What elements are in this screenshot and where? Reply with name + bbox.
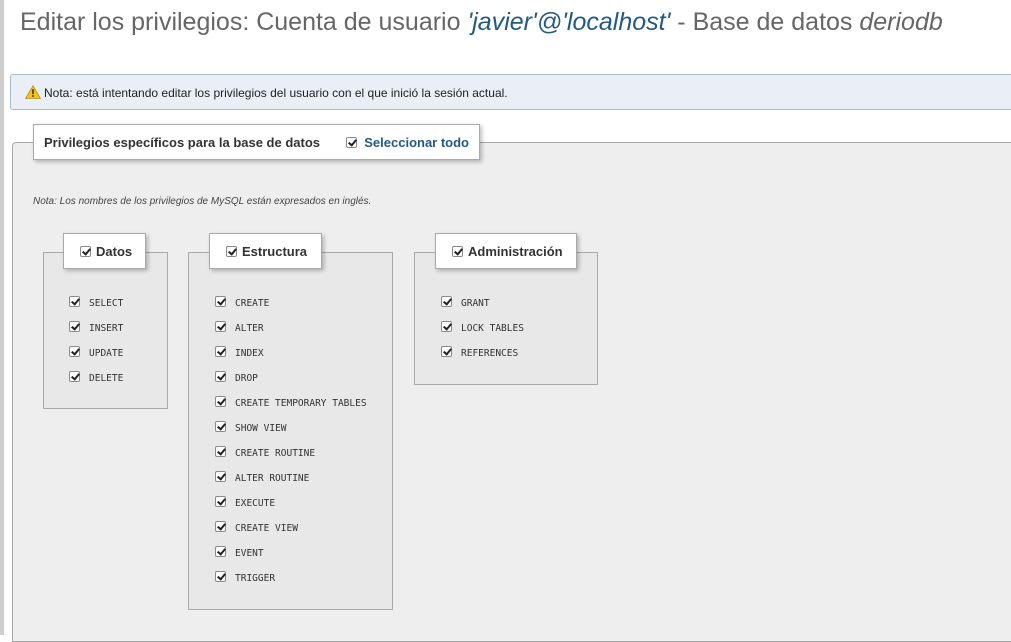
note-text: Nota: está intentando editar los privile… (44, 86, 508, 100)
privilege-checkbox[interactable] (215, 371, 226, 382)
privilege-label: CREATE TEMPORARY TABLES (235, 398, 367, 409)
privilege-label: INSERT (89, 323, 124, 334)
privilege-label: CREATE VIEW (235, 523, 298, 534)
group-estructura-legend[interactable]: Estructura (209, 233, 322, 269)
privilege-create-temporary-tables[interactable]: CREATE TEMPORARY TABLES (215, 396, 367, 409)
warning-icon (24, 85, 42, 99)
privilege-checkbox[interactable] (215, 571, 226, 582)
privilege-checkbox[interactable] (215, 321, 226, 332)
group-estructura-checkbox[interactable] (226, 246, 237, 257)
privilege-checkbox[interactable] (215, 421, 226, 432)
privilege-label: EXECUTE (235, 498, 276, 509)
privilege-checkbox[interactable] (215, 521, 226, 532)
privilege-alter[interactable]: ALTER (215, 321, 264, 334)
privilege-create-view[interactable]: CREATE VIEW (215, 521, 298, 534)
privilege-label: LOCK TABLES (461, 323, 524, 334)
privilege-names-hint: Nota: Los nombres de los privilegios de … (33, 196, 372, 207)
privilege-label: DELETE (89, 373, 124, 384)
privilege-checkbox[interactable] (69, 346, 80, 357)
privilege-checkbox[interactable] (441, 346, 452, 357)
privilege-checkbox[interactable] (441, 321, 452, 332)
privilege-checkbox[interactable] (215, 296, 226, 307)
title-database: deriodb (859, 8, 943, 36)
privilege-checkbox[interactable] (69, 296, 80, 307)
group-administracion-checkbox[interactable] (452, 246, 463, 257)
title-user-account: 'javier'@'localhost' (467, 8, 671, 36)
session-note: Nota: está intentando editar los privile… (10, 74, 1011, 110)
privilege-drop[interactable]: DROP (215, 371, 258, 384)
page-title: Editar los privilegios: Cuenta de usuari… (20, 8, 943, 37)
privilege-show-view[interactable]: SHOW VIEW (215, 421, 286, 434)
privilege-alter-routine[interactable]: ALTER ROUTINE (215, 471, 309, 484)
privilege-create[interactable]: CREATE (215, 296, 269, 309)
group-datos-legend[interactable]: Datos (63, 233, 146, 269)
privilege-label: INDEX (235, 348, 264, 359)
privilege-label: ALTER ROUTINE (235, 473, 310, 484)
privilege-references[interactable]: REFERENCES (441, 346, 518, 359)
title-prefix: Editar los privilegios: Cuenta de usuari… (20, 8, 468, 36)
privilege-label: GRANT (461, 298, 490, 309)
privilege-checkbox[interactable] (215, 471, 226, 482)
privilege-event[interactable]: EVENT (215, 546, 264, 559)
privilege-index[interactable]: INDEX (215, 346, 264, 359)
privilege-trigger[interactable]: TRIGGER (215, 571, 275, 584)
privilege-create-routine[interactable]: CREATE ROUTINE (215, 446, 315, 459)
privileges-legend: Privilegios específicos para la base de … (33, 124, 480, 160)
privilege-update[interactable]: UPDATE (69, 346, 123, 359)
privilege-label: ALTER (235, 323, 264, 334)
privilege-delete[interactable]: DELETE (69, 371, 123, 384)
privilege-checkbox[interactable] (215, 346, 226, 357)
group-estructura-label: Estructura (242, 244, 308, 259)
privilege-checkbox[interactable] (69, 321, 80, 332)
privilege-label: SELECT (89, 298, 124, 309)
privilege-execute[interactable]: EXECUTE (215, 496, 275, 509)
privilege-checkbox[interactable] (215, 496, 226, 507)
select-all-label[interactable]: Seleccionar todo (364, 135, 469, 150)
title-middle: - Base de datos (670, 8, 860, 36)
privilege-checkbox[interactable] (215, 546, 226, 557)
privilege-lock-tables[interactable]: LOCK TABLES (441, 321, 524, 334)
left-border (0, 0, 4, 635)
privilege-label: CREATE (235, 298, 270, 309)
privilege-label: CREATE ROUTINE (235, 448, 316, 459)
privilege-checkbox[interactable] (441, 296, 452, 307)
group-datos-label: Datos (96, 244, 133, 259)
privilege-label: EVENT (235, 548, 264, 559)
privilege-select[interactable]: SELECT (69, 296, 123, 309)
privilege-label: TRIGGER (235, 573, 276, 584)
privilege-checkbox[interactable] (215, 396, 226, 407)
group-administracion-legend[interactable]: Administración (435, 233, 577, 269)
privileges-legend-label: Privilegios específicos para la base de … (44, 135, 321, 150)
privilege-insert[interactable]: INSERT (69, 321, 123, 334)
group-administracion-label: Administración (468, 244, 563, 259)
privilege-label: DROP (235, 373, 258, 384)
group-datos-checkbox[interactable] (80, 246, 91, 257)
privilege-checkbox[interactable] (69, 371, 80, 382)
select-all-checkbox[interactable] (346, 137, 358, 148)
privilege-grant[interactable]: GRANT (441, 296, 490, 309)
privilege-checkbox[interactable] (215, 446, 226, 457)
privilege-label: REFERENCES (461, 348, 519, 359)
privilege-label: UPDATE (89, 348, 124, 359)
group-administracion (414, 252, 598, 385)
privilege-label: SHOW VIEW (235, 423, 287, 434)
